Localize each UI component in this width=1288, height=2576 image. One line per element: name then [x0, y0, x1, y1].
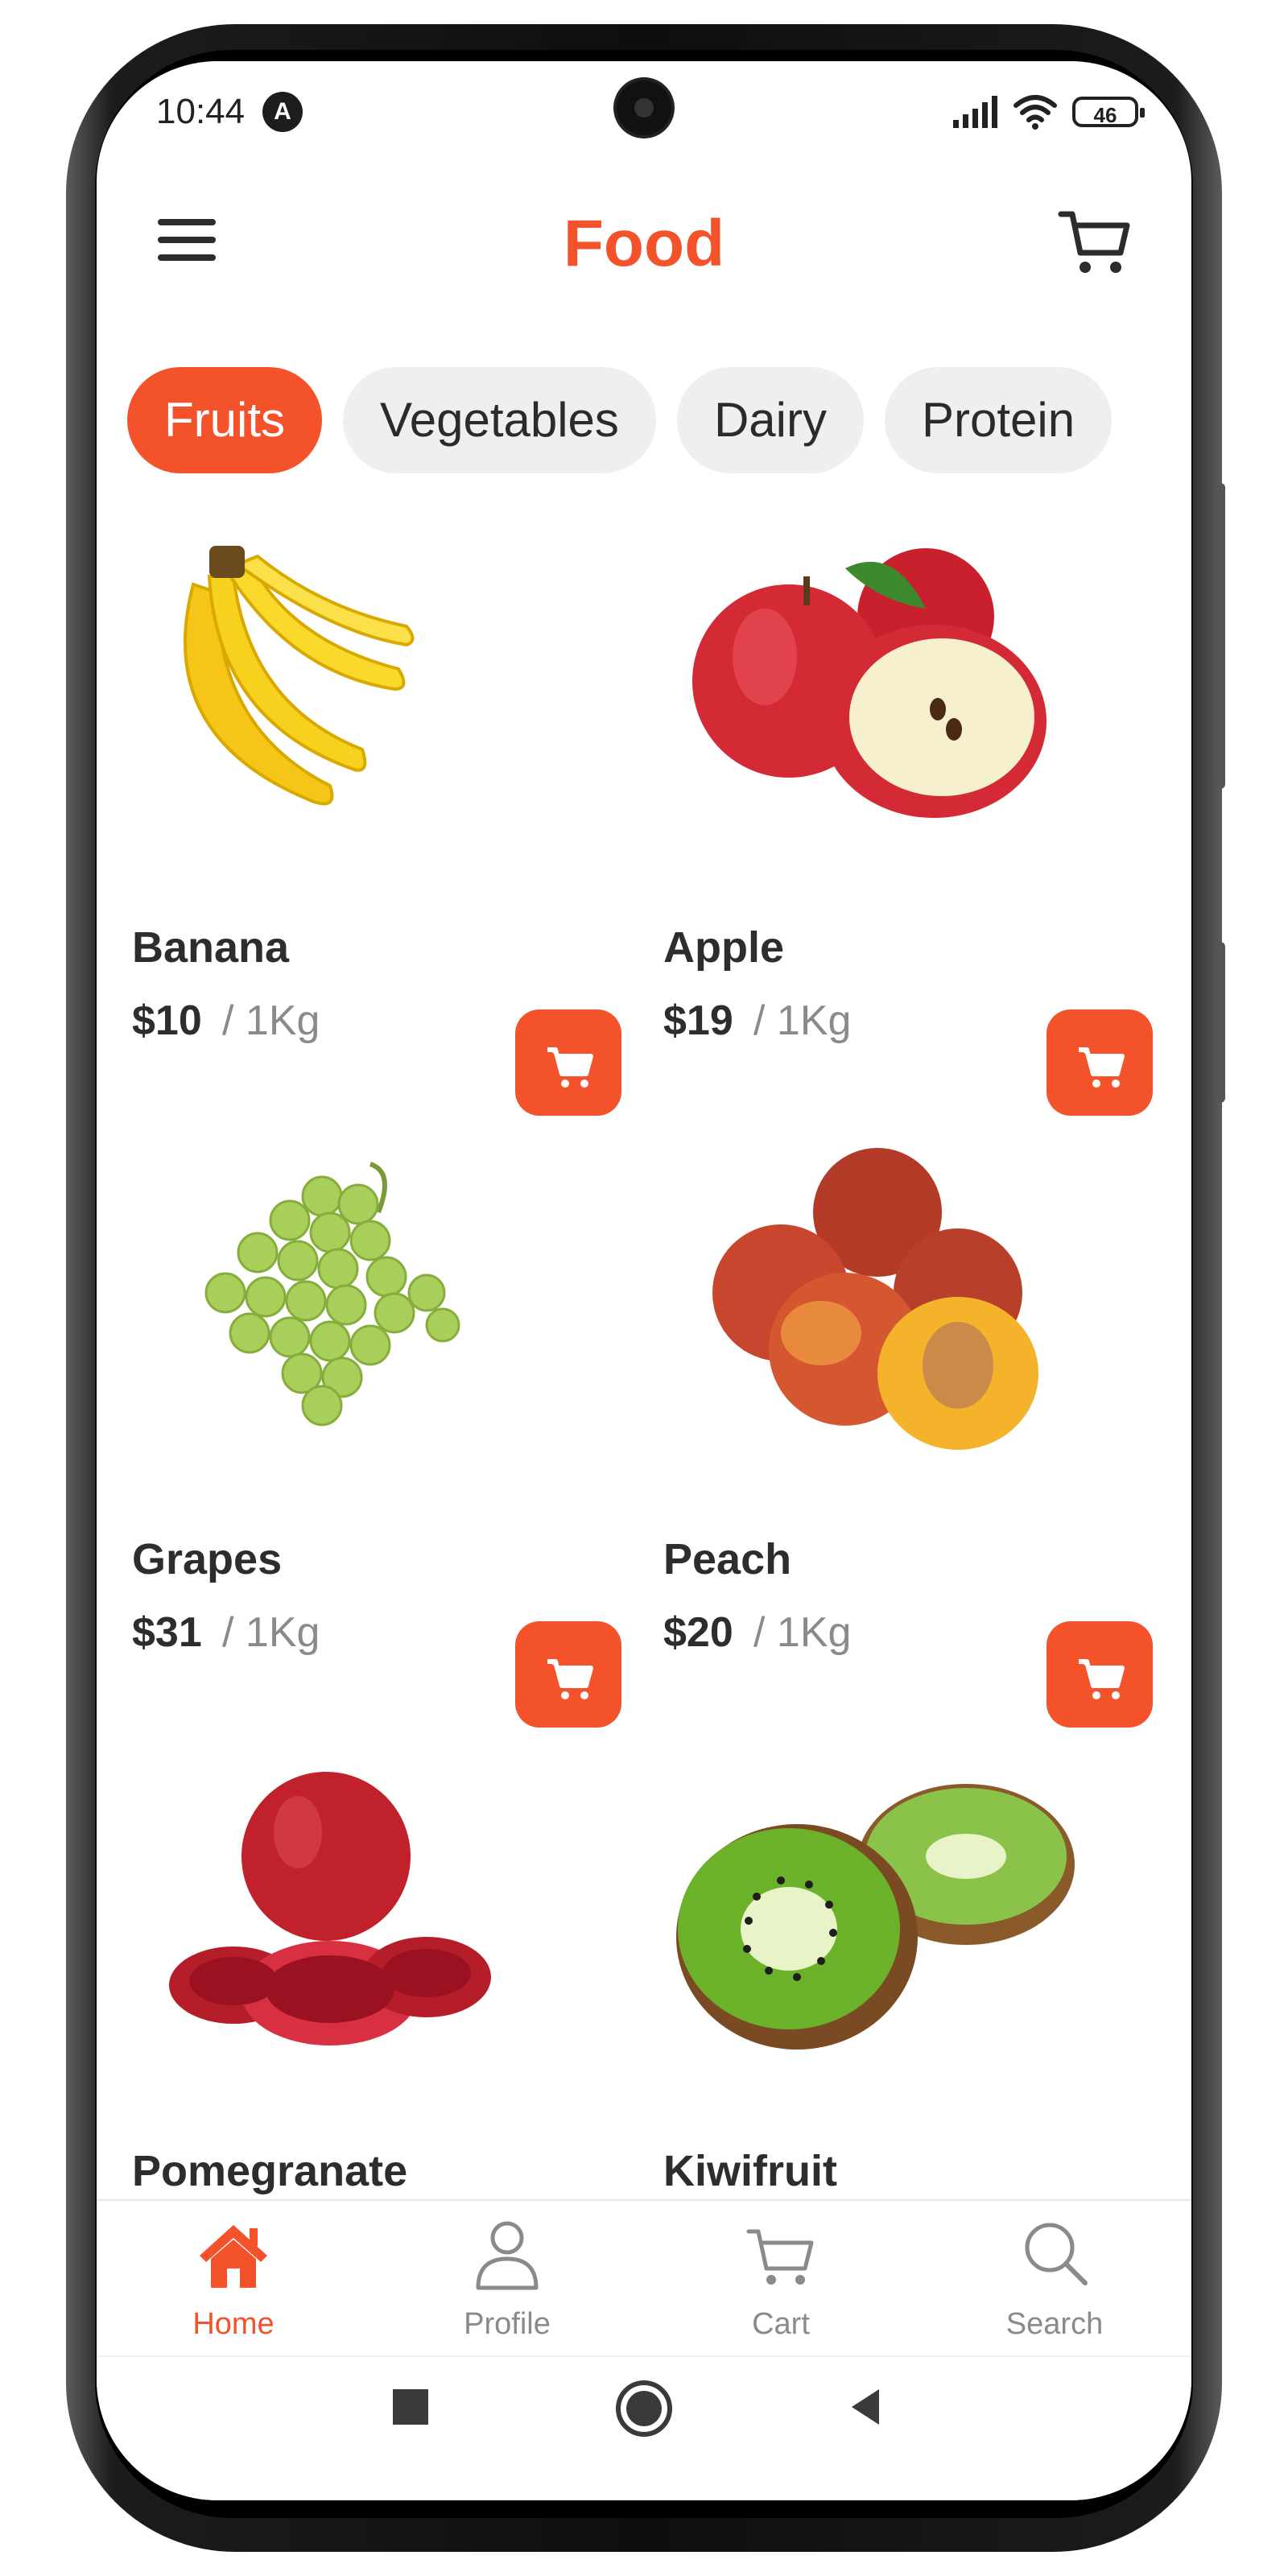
product-name: Kiwifruit	[663, 2147, 837, 2195]
nav-label: Profile	[464, 2307, 551, 2341]
product-name: Pomegranate	[132, 2147, 408, 2195]
banana-image	[184, 546, 415, 806]
tab-fruits[interactable]: Fruits	[127, 367, 322, 473]
page-title: Food	[563, 207, 725, 280]
nav-label: Search	[1005, 2307, 1104, 2341]
nav-search[interactable]: Search	[918, 2201, 1191, 2354]
cart-icon	[1079, 1659, 1125, 1699]
product-unit: / 1Kg	[753, 1609, 852, 1656]
product-price: $31	[132, 1609, 202, 1656]
product-card[interactable]: Grapes $31 / 1Kg	[97, 1140, 621, 1736]
recents-icon[interactable]	[390, 2386, 431, 2428]
home-button-icon[interactable]	[612, 2376, 676, 2441]
cart-icon	[547, 1047, 593, 1088]
product-unit: / 1Kg	[222, 997, 320, 1044]
apple-image	[692, 548, 1046, 818]
back-icon[interactable]	[844, 2384, 889, 2429]
header-cart-icon[interactable]	[1056, 203, 1133, 280]
signal-icon	[953, 96, 997, 128]
add-to-cart-button[interactable]	[515, 1009, 621, 1116]
system-nav-bar	[97, 2355, 1191, 2500]
product-unit: / 1Kg	[222, 1609, 320, 1656]
product-card[interactable]: Peach $20 / 1Kg	[628, 1140, 1153, 1736]
add-to-cart-button[interactable]	[1046, 1009, 1153, 1116]
cart-icon	[1079, 1047, 1125, 1088]
product-name: Grapes	[132, 1535, 283, 1583]
bottom-nav: Home Profile Cart Search	[97, 2199, 1191, 2354]
notification-badge: A	[262, 92, 303, 132]
nav-cart[interactable]: Cart	[644, 2201, 918, 2354]
product-price: $10	[132, 997, 202, 1044]
product-name: Apple	[663, 923, 785, 972]
nav-profile[interactable]: Profile	[370, 2201, 644, 2354]
cart-icon	[547, 1659, 593, 1699]
pomegranate-image	[169, 1772, 491, 2046]
screen: 10:44 A 46 Food Fruits Vegetables Dairy …	[97, 61, 1191, 2500]
grapes-image	[204, 1162, 460, 1426]
power-button	[1214, 942, 1225, 1103]
status-time: 10:44	[156, 92, 246, 131]
kiwi-image	[676, 1784, 1075, 2050]
tab-protein[interactable]: Protein	[884, 367, 1113, 473]
battery-icon: 46	[1072, 97, 1145, 127]
product-unit: / 1Kg	[753, 997, 852, 1044]
wifi-icon	[1013, 95, 1057, 130]
category-tabs: Fruits Vegetables Dairy Protein	[127, 367, 1113, 473]
status-icons: 46	[952, 92, 1145, 132]
tab-vegetables[interactable]: Vegetables	[343, 367, 656, 473]
product-card[interactable]: Banana $10 / 1Kg	[97, 528, 621, 1124]
nav-label: Home	[192, 2307, 275, 2341]
nav-label: Cart	[752, 2307, 810, 2341]
product-card[interactable]: Apple $19 / 1Kg	[628, 528, 1153, 1124]
product-name: Peach	[663, 1535, 792, 1583]
profile-icon	[476, 2221, 539, 2290]
tab-dairy[interactable]: Dairy	[676, 367, 864, 473]
product-price: $20	[663, 1609, 733, 1656]
home-icon	[200, 2225, 267, 2288]
search-icon	[1025, 2223, 1088, 2285]
peach-image	[712, 1148, 1038, 1450]
front-camera	[617, 80, 671, 135]
volume-button	[1214, 483, 1225, 789]
add-to-cart-button[interactable]	[1046, 1621, 1153, 1728]
add-to-cart-button[interactable]	[515, 1621, 621, 1728]
product-price: $19	[663, 997, 733, 1044]
product-name: Banana	[132, 923, 290, 972]
nav-home[interactable]: Home	[97, 2201, 370, 2354]
cart-icon	[746, 2229, 814, 2285]
